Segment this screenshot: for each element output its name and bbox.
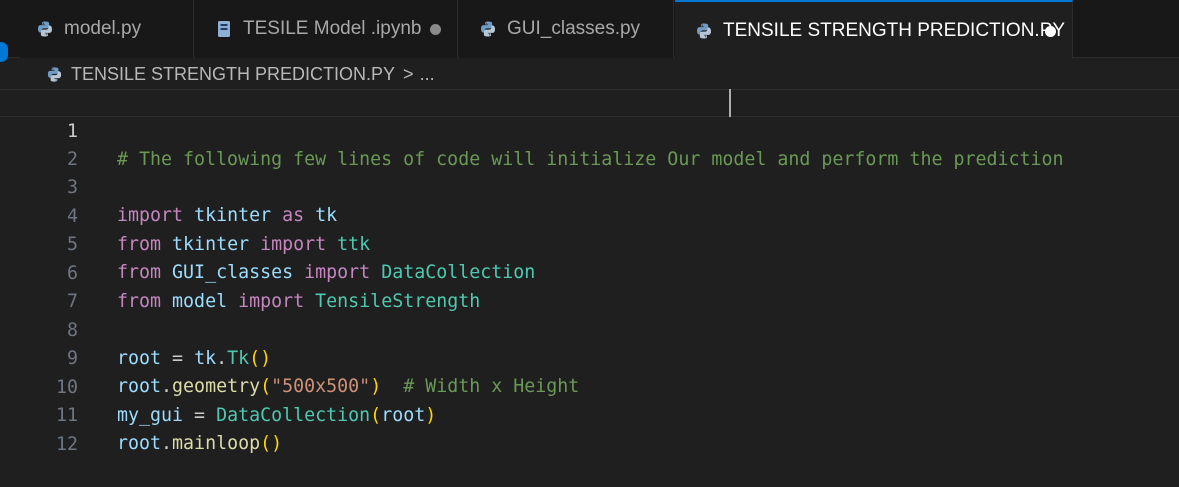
editor-tab-bar: model.py TESILE Model .ipynb GUI_classes…	[0, 0, 1179, 59]
code-line[interactable]: 8 root = tk.Tk()	[0, 289, 1179, 369]
chevron-right-icon: >	[403, 63, 414, 84]
tab-tesile-model-ipynb[interactable]: TESILE Model .ipynb	[195, 0, 458, 58]
tab-label: GUI_classes.py	[507, 18, 641, 39]
tab-model-py[interactable]: model.py	[20, 0, 194, 58]
breadcrumb-file[interactable]: TENSILE STRENGTH PREDICTION.PY	[71, 64, 395, 85]
code-line[interactable]: 11 root.mainloop()	[0, 374, 1179, 454]
code-token: .	[161, 433, 173, 454]
tab-tensile-strength-prediction-py[interactable]: TENSILE STRENGTH PREDICTION.PY	[675, 0, 1073, 59]
python-icon	[38, 21, 52, 37]
tab-label: TENSILE STRENGTH PREDICTION.PY	[723, 19, 1066, 41]
code-token: mainloop	[172, 433, 261, 454]
code-line[interactable]: 4 from tkinter import ttk	[0, 175, 1179, 255]
line-number: 12	[55, 433, 78, 455]
code-token: root	[117, 433, 162, 454]
code-line[interactable]: 9 root.geometry("500x500") # Width x Hei…	[0, 317, 1179, 397]
code-token: ()	[260, 433, 283, 454]
code-line[interactable]: 2	[0, 118, 1179, 170]
text-cursor	[729, 89, 731, 117]
tab-gui-classes-py[interactable]: GUI_classes.py	[459, 0, 674, 58]
python-icon	[697, 23, 711, 38]
code-line[interactable]: 6 from model import TensileStrength	[0, 232, 1179, 312]
code-line[interactable]: 12	[0, 403, 1179, 455]
code-line[interactable]: 10 my_gui = DataCollection(root)	[0, 346, 1179, 426]
code-line[interactable]: 7	[0, 260, 1179, 312]
tab-label: model.py	[64, 18, 142, 39]
code-line[interactable]: 3 import tkinter as tk	[0, 146, 1179, 226]
code-line[interactable]: 5 from GUI_classes import DataCollection	[0, 203, 1179, 283]
activity-indicator	[0, 42, 8, 62]
notebook-icon	[218, 21, 230, 37]
breadcrumb: TENSILE STRENGTH PREDICTION.PY > ...	[46, 62, 435, 86]
breadcrumb-more[interactable]: ...	[420, 64, 435, 85]
python-icon	[481, 21, 495, 37]
python-icon	[47, 66, 62, 82]
unsaved-dot-icon[interactable]	[430, 24, 441, 35]
code-line[interactable]: 1 # The following few lines of code will…	[0, 89, 1179, 170]
tab-label: TESILE Model .ipynb	[243, 18, 422, 39]
unsaved-dot-icon[interactable]	[1045, 26, 1056, 37]
